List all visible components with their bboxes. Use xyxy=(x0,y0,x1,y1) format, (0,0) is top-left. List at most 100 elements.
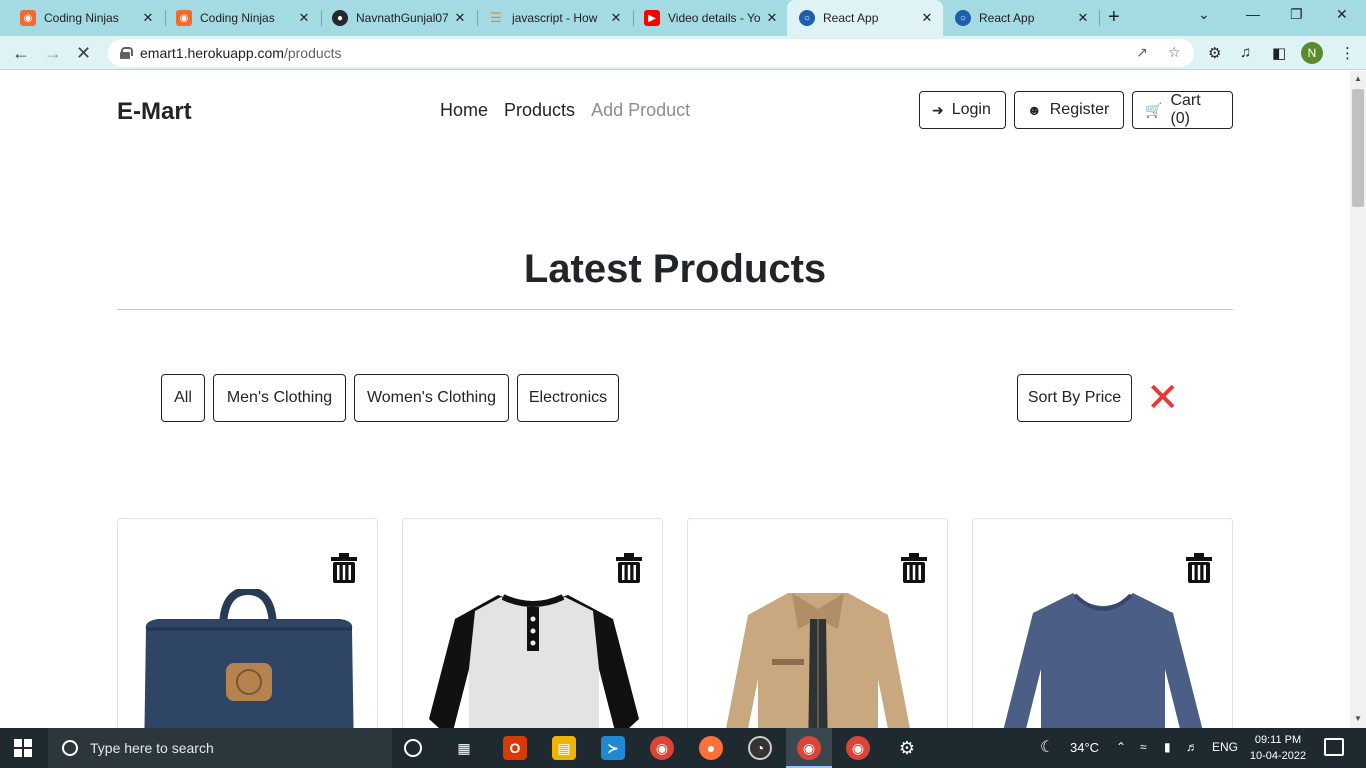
search-icon xyxy=(62,740,78,756)
obs-icon[interactable]: ◔ xyxy=(748,736,772,760)
product-card[interactable] xyxy=(117,518,378,728)
product-card[interactable] xyxy=(687,518,948,728)
trash-icon[interactable] xyxy=(1186,553,1212,583)
side-panel-icon[interactable]: ◧ xyxy=(1272,44,1286,62)
browser-tab-6-active[interactable]: ○ React App ✕ xyxy=(787,4,943,32)
forward-icon[interactable]: → xyxy=(44,43,62,64)
scroll-down-icon[interactable]: ▼ xyxy=(1354,714,1362,723)
jacket-image xyxy=(726,593,910,728)
new-tab-icon[interactable]: + xyxy=(1108,6,1120,29)
browser-tab-5[interactable]: ▶ Video details - Yo ✕ xyxy=(632,4,788,32)
scroll-up-icon[interactable]: ▲ xyxy=(1354,74,1362,83)
product-card[interactable] xyxy=(972,518,1233,728)
close-window-icon[interactable]: ✕ xyxy=(1336,6,1348,23)
cortana-icon[interactable] xyxy=(404,739,422,757)
close-icon[interactable]: ✕ xyxy=(608,10,624,26)
cart-label: Cart (0) xyxy=(1170,92,1201,127)
tab-title: Coding Ninjas xyxy=(44,11,119,25)
close-icon[interactable]: ✕ xyxy=(452,10,468,26)
file-explorer-icon[interactable]: ▤ xyxy=(552,736,576,760)
office-icon[interactable]: O xyxy=(503,736,527,760)
stackoverflow-icon: ☰ xyxy=(490,10,502,25)
clock-time: 09:11 PM xyxy=(1254,734,1302,746)
notification-center-icon[interactable] xyxy=(1324,738,1344,756)
tab-title: React App xyxy=(979,11,1035,25)
trash-icon[interactable] xyxy=(901,553,927,583)
coding-ninjas-icon: ◉ xyxy=(176,10,192,26)
trash-icon[interactable] xyxy=(331,553,357,583)
browser-tab-2[interactable]: ◉ Coding Ninjas ✕ xyxy=(164,4,320,32)
media-control-icon[interactable]: ♫ xyxy=(1240,44,1251,61)
browser-tab-3[interactable]: ● NavnathGunjal07 ✕ xyxy=(320,4,476,32)
product-card[interactable] xyxy=(402,518,663,728)
login-button[interactable]: ➜ Login xyxy=(919,91,1006,129)
minimize-icon[interactable]: — xyxy=(1246,6,1260,22)
close-icon[interactable]: ✕ xyxy=(1075,10,1091,26)
taskbar-clock[interactable]: 09:11 PM 10-04-2022 xyxy=(1248,732,1308,764)
filter-mens-clothing-button[interactable]: Men's Clothing xyxy=(213,374,346,422)
bookmark-star-icon[interactable]: ☆ xyxy=(1168,44,1181,61)
filter-electronics-button[interactable]: Electronics xyxy=(517,374,619,422)
battery-icon[interactable]: ▮ xyxy=(1164,740,1171,754)
register-button[interactable]: ☻ Register xyxy=(1014,91,1124,129)
cart-button[interactable]: 🛒 Cart (0) xyxy=(1132,91,1233,129)
close-icon[interactable]: ✕ xyxy=(764,10,780,26)
extensions-puzzle-icon[interactable]: ⚙ xyxy=(1208,44,1221,62)
title-divider xyxy=(117,309,1233,310)
login-label: Login xyxy=(951,101,991,118)
main-nav: Home Products Add Product xyxy=(440,100,690,121)
page-scrollbar[interactable]: ▲ ▼ xyxy=(1350,71,1366,728)
address-bar[interactable]: emart1.herokuapp.com/products xyxy=(108,39,1194,67)
coding-ninjas-icon: ◉ xyxy=(20,10,36,26)
page-title: Latest Products xyxy=(523,247,827,291)
browser-tab-1[interactable]: ◉ Coding Ninjas ✕ xyxy=(8,4,164,32)
close-icon[interactable]: ✕ xyxy=(1146,378,1180,418)
tab-title: Coding Ninjas xyxy=(200,11,275,25)
filter-all-button[interactable]: All xyxy=(161,374,205,422)
windows-taskbar: Type here to search ▦ O ▤ ≻ ◉ ● ◔ ◉ ◉ ⚙ … xyxy=(0,728,1366,768)
more-menu-icon[interactable]: ⋮ xyxy=(1340,44,1355,62)
browser-tab-7[interactable]: ○ React App ✕ xyxy=(943,4,1099,32)
stop-loading-icon[interactable]: ✕ xyxy=(76,43,91,64)
tab-title: Video details - Yo xyxy=(668,11,761,25)
share-icon[interactable]: ↗ xyxy=(1136,44,1148,61)
weather-moon-icon[interactable]: ☾ xyxy=(1040,737,1054,757)
cart-icon: 🛒 xyxy=(1145,101,1163,118)
settings-gear-icon[interactable]: ⚙ xyxy=(895,736,919,760)
firefox-icon[interactable]: ● xyxy=(699,736,723,760)
windows-start-icon[interactable] xyxy=(14,739,32,757)
close-icon[interactable]: ✕ xyxy=(919,10,935,26)
vscode-icon[interactable]: ≻ xyxy=(601,736,625,760)
nav-home[interactable]: Home xyxy=(440,100,488,121)
restore-icon[interactable]: ❐ xyxy=(1290,6,1303,23)
nav-products[interactable]: Products xyxy=(504,100,575,121)
scrollbar-thumb[interactable] xyxy=(1352,89,1364,207)
weather-temp[interactable]: 34°C xyxy=(1070,740,1099,755)
taskbar-search-input[interactable]: Type here to search xyxy=(48,728,392,768)
chrome-icon[interactable]: ◉ xyxy=(650,736,674,760)
sort-by-price-button[interactable]: Sort By Price xyxy=(1017,374,1132,422)
sign-in-icon: ➜ xyxy=(932,101,944,118)
youtube-icon: ▶ xyxy=(644,10,660,26)
language-indicator[interactable]: ENG xyxy=(1212,740,1238,754)
browser-tab-4[interactable]: ☰ javascript - How ✕ xyxy=(476,4,632,32)
close-icon[interactable]: ✕ xyxy=(140,10,156,26)
close-icon[interactable]: ✕ xyxy=(296,10,312,26)
network-icon[interactable]: ≈ xyxy=(1140,740,1147,754)
chrome-profile-2-icon[interactable]: ◉ xyxy=(846,736,870,760)
register-label: Register xyxy=(1049,101,1110,118)
nav-add-product[interactable]: Add Product xyxy=(591,100,690,121)
tray-chevron-icon[interactable]: ⌃ xyxy=(1116,740,1126,754)
trash-icon[interactable] xyxy=(616,553,642,583)
task-view-icon[interactable]: ▦ xyxy=(452,736,476,760)
url-host: emart1.herokuapp.com xyxy=(140,45,284,61)
search-placeholder: Type here to search xyxy=(90,740,214,756)
tab-search-icon[interactable]: ⌄ xyxy=(1198,6,1210,23)
filter-womens-clothing-button[interactable]: Women's Clothing xyxy=(354,374,509,422)
back-icon[interactable]: ← xyxy=(12,43,30,64)
profile-avatar[interactable]: N xyxy=(1301,42,1323,64)
page-viewport: E-Mart Home Products Add Product ➜ Login… xyxy=(0,71,1350,728)
volume-icon[interactable]: ♬ xyxy=(1186,740,1198,754)
brand-logo[interactable]: E-Mart xyxy=(117,98,192,126)
chrome-profile-icon[interactable]: ◉ xyxy=(797,736,821,760)
